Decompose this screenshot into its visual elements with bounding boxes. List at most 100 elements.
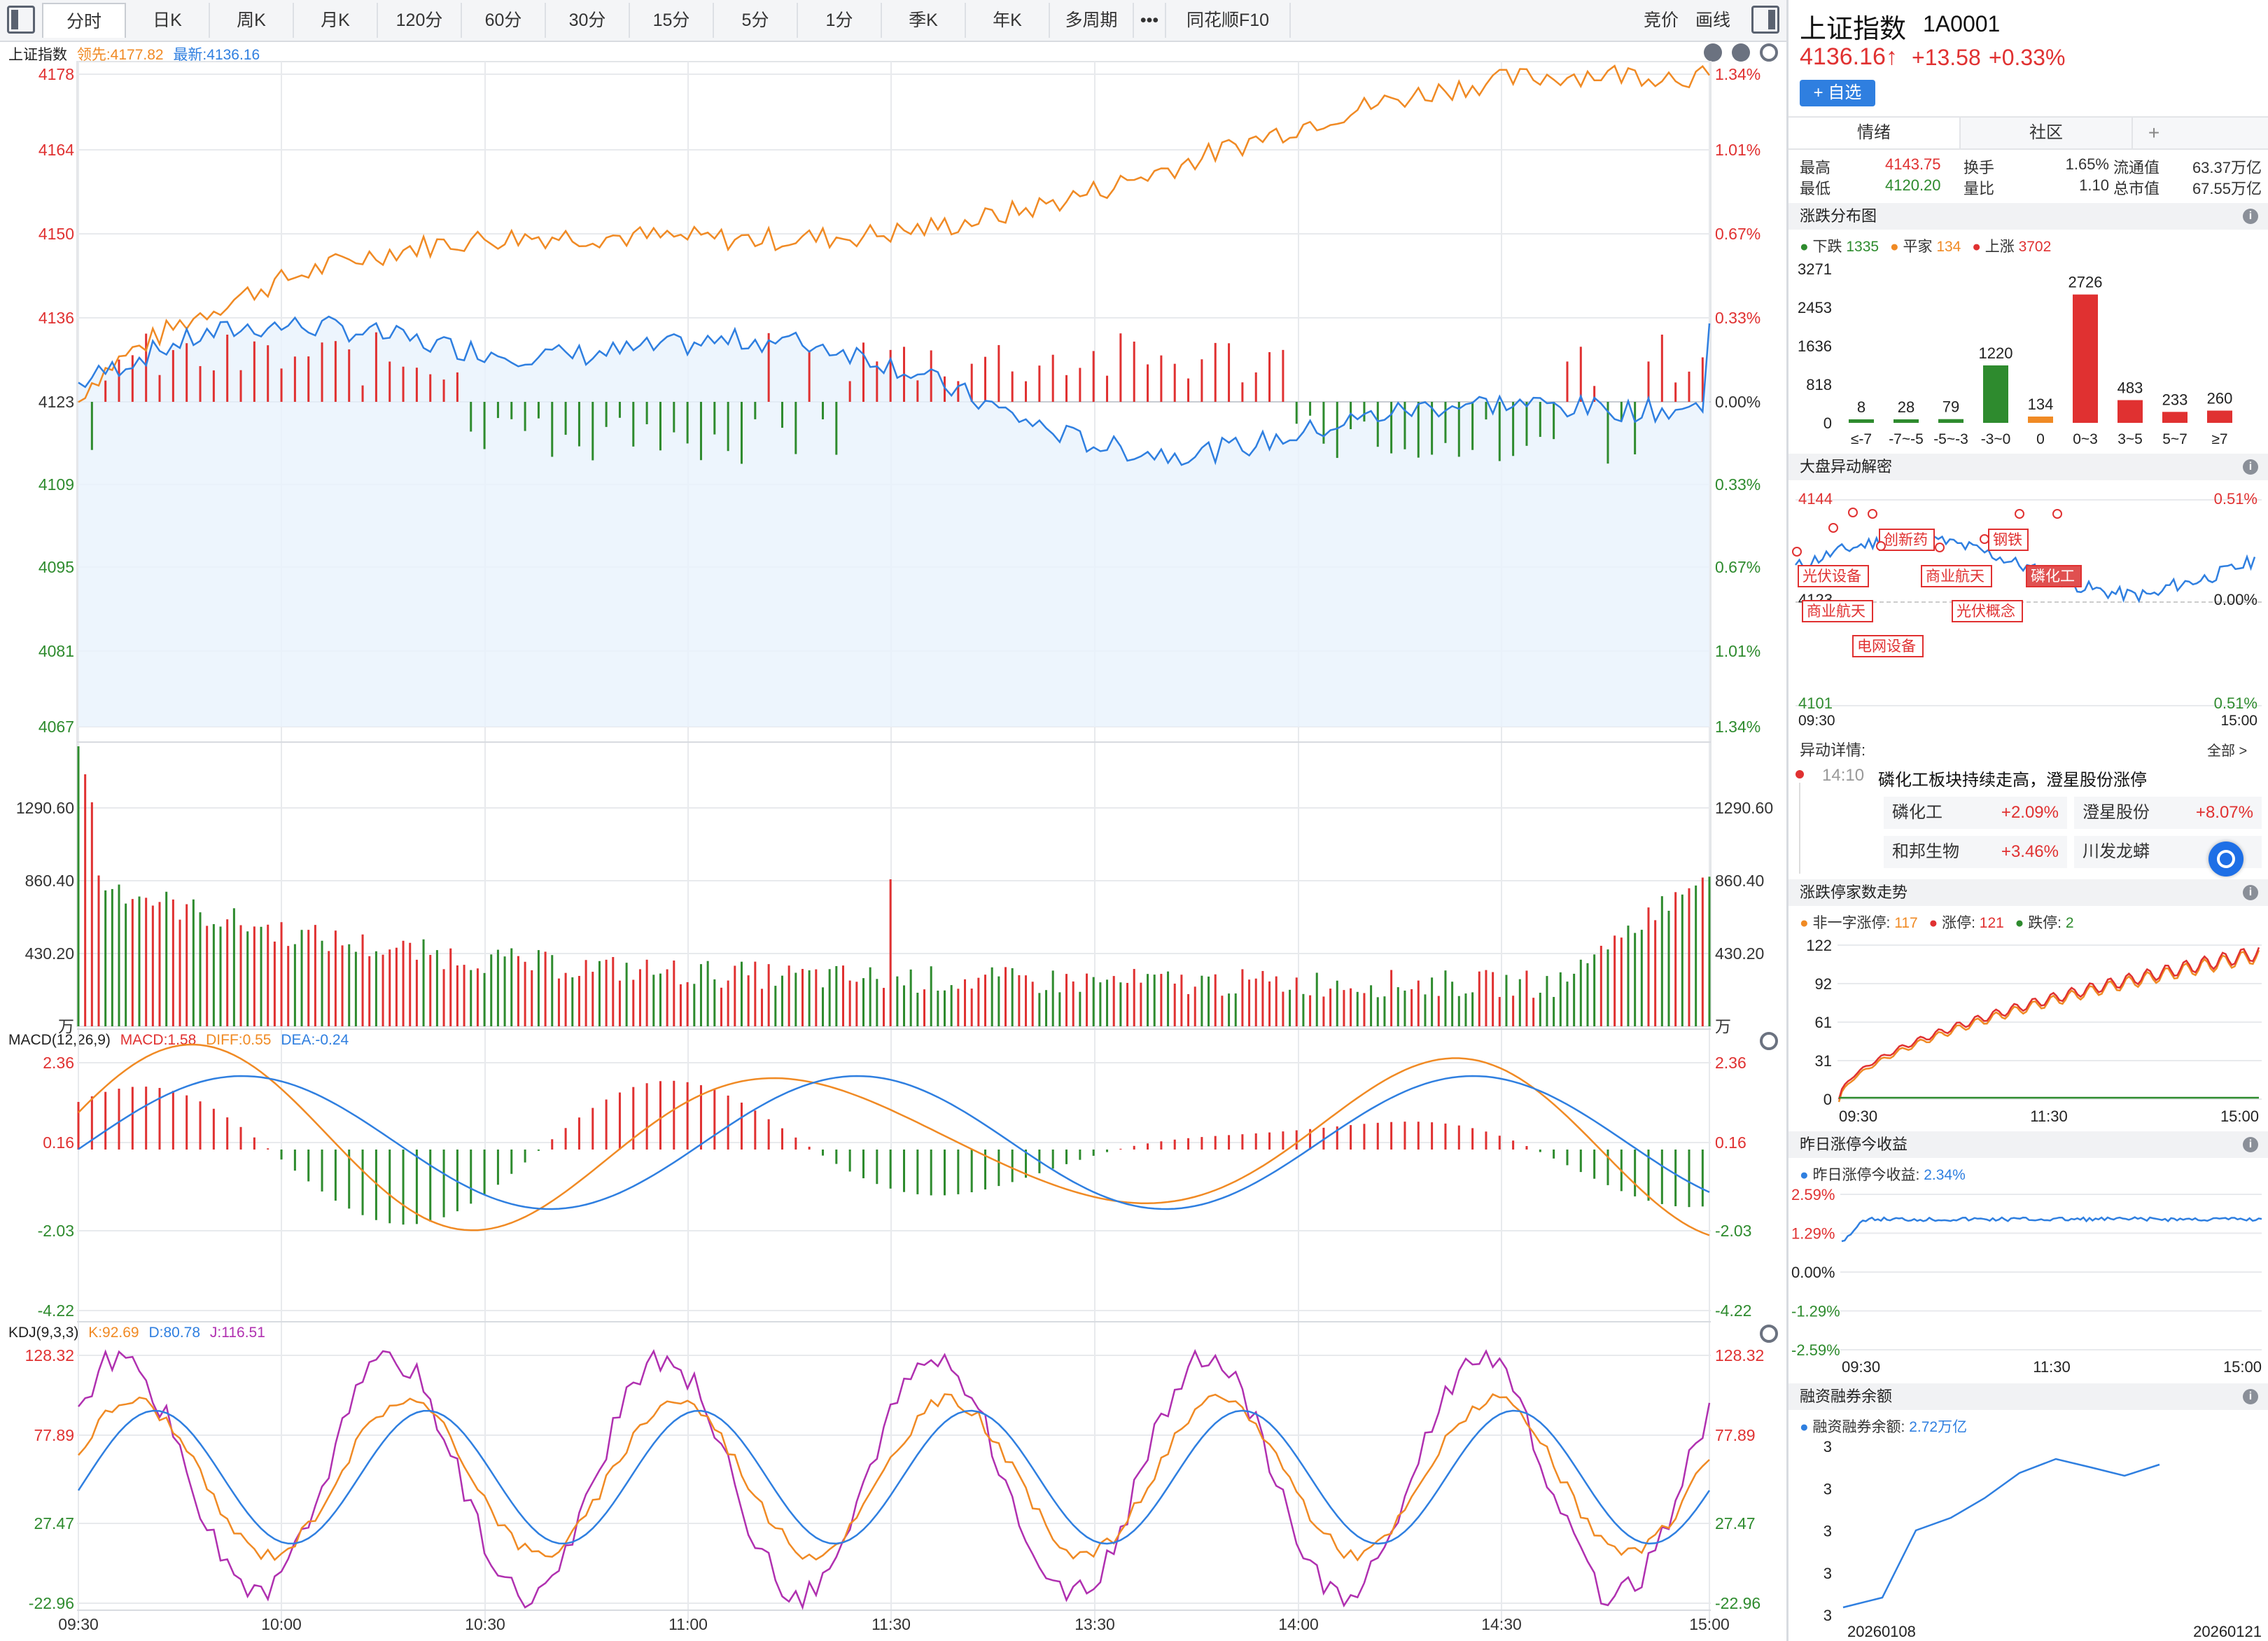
intraday-chart[interactable]: 4178 4164 4150 4136 4123 4109 4095 4081 4067 1.34… [0, 0, 1786, 1641]
macd-bar [253, 1137, 255, 1150]
distribution-title: 涨跌分布图 [1800, 207, 1877, 225]
price-change: +13.58 [1912, 45, 1981, 70]
anomaly-header: 大盘异动解密 i [1788, 454, 2268, 480]
volume-bar [1600, 945, 1602, 1026]
pct-axis-label: 0.67% [1715, 558, 1760, 576]
volume-bar [1200, 975, 1203, 1026]
breadth-bar [1011, 371, 1014, 402]
volume-bar [199, 912, 202, 1026]
volume-bar [1275, 976, 1278, 1026]
volume-bar [1701, 877, 1704, 1026]
mg-x-label: 20260108 [1847, 1623, 1916, 1640]
volume-bar [1221, 996, 1224, 1026]
volume-bar [760, 989, 763, 1026]
dist-bar [1849, 419, 1874, 423]
volume-bar [267, 924, 270, 1026]
macd-bar [876, 1150, 878, 1185]
breadth-bar [984, 356, 987, 402]
breadth-bar [727, 402, 729, 452]
volume-bar [1363, 993, 1366, 1026]
volume-bar [1248, 979, 1251, 1026]
info-icon[interactable]: i [2243, 209, 2258, 224]
time-axis-label: 09:30 [58, 1615, 99, 1633]
volume-bar [219, 926, 222, 1026]
price-axis-label: 4123 [38, 393, 74, 411]
volume-bar [1539, 993, 1541, 1026]
lt-x-label: 09:30 [1839, 1108, 1877, 1125]
tab-sentiment[interactable]: 情绪 [1788, 118, 1959, 148]
volume-bar [767, 964, 770, 1026]
stock-cell[interactable]: 和邦生物 +3.46% [1884, 836, 2067, 868]
stat-mcap-value: 67.55万亿 [2192, 180, 2262, 197]
stat-volratio-label: 量比 [1963, 180, 1995, 197]
volume-bar [1525, 970, 1528, 1026]
anom-time-label: 09:30 [1798, 713, 1835, 728]
volume-bar [260, 926, 262, 1026]
volume-bar [232, 908, 235, 1026]
dist-y-label: 2453 [1798, 299, 1832, 316]
info-icon[interactable]: i [2243, 1137, 2258, 1152]
breadth-bar [1579, 347, 1582, 402]
volume-bar [280, 922, 283, 1026]
dist-flat-value: 134 [1936, 239, 1961, 255]
yl-y-label: 2.59% [1791, 1186, 1835, 1203]
breadth-bar [1471, 402, 1474, 450]
time-axis-label: 15:00 [1689, 1615, 1730, 1633]
volume-bar [666, 969, 668, 1026]
breadth-bar [1200, 359, 1203, 402]
breadth-bar [808, 350, 811, 402]
macd-bar [1606, 1150, 1609, 1185]
macd-bar [77, 1101, 80, 1150]
info-icon[interactable]: i [2243, 885, 2258, 900]
dist-flat-label: 平家 [1903, 239, 1933, 255]
add-watchlist-button[interactable]: + 自选 [1800, 80, 1875, 106]
volume-bar [1390, 970, 1393, 1026]
volume-bar [1329, 989, 1332, 1026]
volume-bar [1512, 996, 1515, 1026]
volume-bar [1133, 969, 1135, 1026]
anomaly-all-link[interactable]: 全部 > [2207, 739, 2247, 760]
time-axis-label: 13:30 [1074, 1615, 1115, 1633]
info-icon[interactable]: i [2243, 1389, 2258, 1404]
volume-bar [1606, 949, 1609, 1026]
anom-marker [1848, 508, 1858, 517]
stock-cell[interactable]: 磷化工 +2.09% [1884, 797, 2067, 829]
volume-bar [557, 978, 560, 1026]
macd-bar [131, 1087, 134, 1150]
volume-bar [1187, 994, 1190, 1026]
volume-bar [990, 967, 993, 1026]
volume-bar [97, 875, 100, 1026]
macd-bar [1512, 1140, 1515, 1150]
macd-bar [1011, 1150, 1014, 1182]
anomaly-chart[interactable]: 4144412341010.51%0.00%0.51%09:30 15:00光伏设… [1788, 483, 2268, 728]
macd-bar [1228, 1135, 1231, 1150]
price-axis-label: 4178 [38, 65, 74, 83]
add-tab-button[interactable]: + [2132, 118, 2175, 148]
tab-community[interactable]: 社区 [1959, 118, 2132, 148]
stock-cell[interactable]: 澄星股份 +8.07% [2074, 797, 2262, 829]
yl-x-label: 15:00 [2223, 1358, 2262, 1376]
anom-axis-label: 4101 [1798, 694, 1833, 712]
volume-bar [1018, 975, 1021, 1026]
volume-bar [828, 969, 831, 1026]
info-icon[interactable]: i [2243, 459, 2258, 475]
volume-bar [131, 899, 134, 1026]
panel-tabs: 情绪 社区 + [1788, 116, 2268, 150]
volume-bar [125, 903, 127, 1026]
assistant-float-icon[interactable] [2208, 842, 2244, 877]
lt-y-label: 61 [1815, 1014, 1832, 1031]
dist-category-label: 0~3 [2073, 431, 2098, 447]
volume-bar [307, 930, 310, 1026]
volume-bar [1627, 926, 1630, 1026]
dist-category-label: -7~-5 [1889, 431, 1924, 447]
volume-bar [382, 954, 384, 1026]
volume-bar [598, 961, 601, 1026]
breadth-bar [1119, 333, 1122, 402]
anom-marker [1792, 547, 1802, 557]
stat-high-label: 最高 [1800, 159, 1831, 176]
price-axis-label: 4081 [38, 642, 74, 660]
dist-value-label: 8 [1857, 398, 1865, 416]
limit-trend-title: 涨跌停家数走势 [1800, 884, 1908, 901]
volume-bar [524, 961, 526, 1026]
volume-bar [1614, 935, 1616, 1026]
